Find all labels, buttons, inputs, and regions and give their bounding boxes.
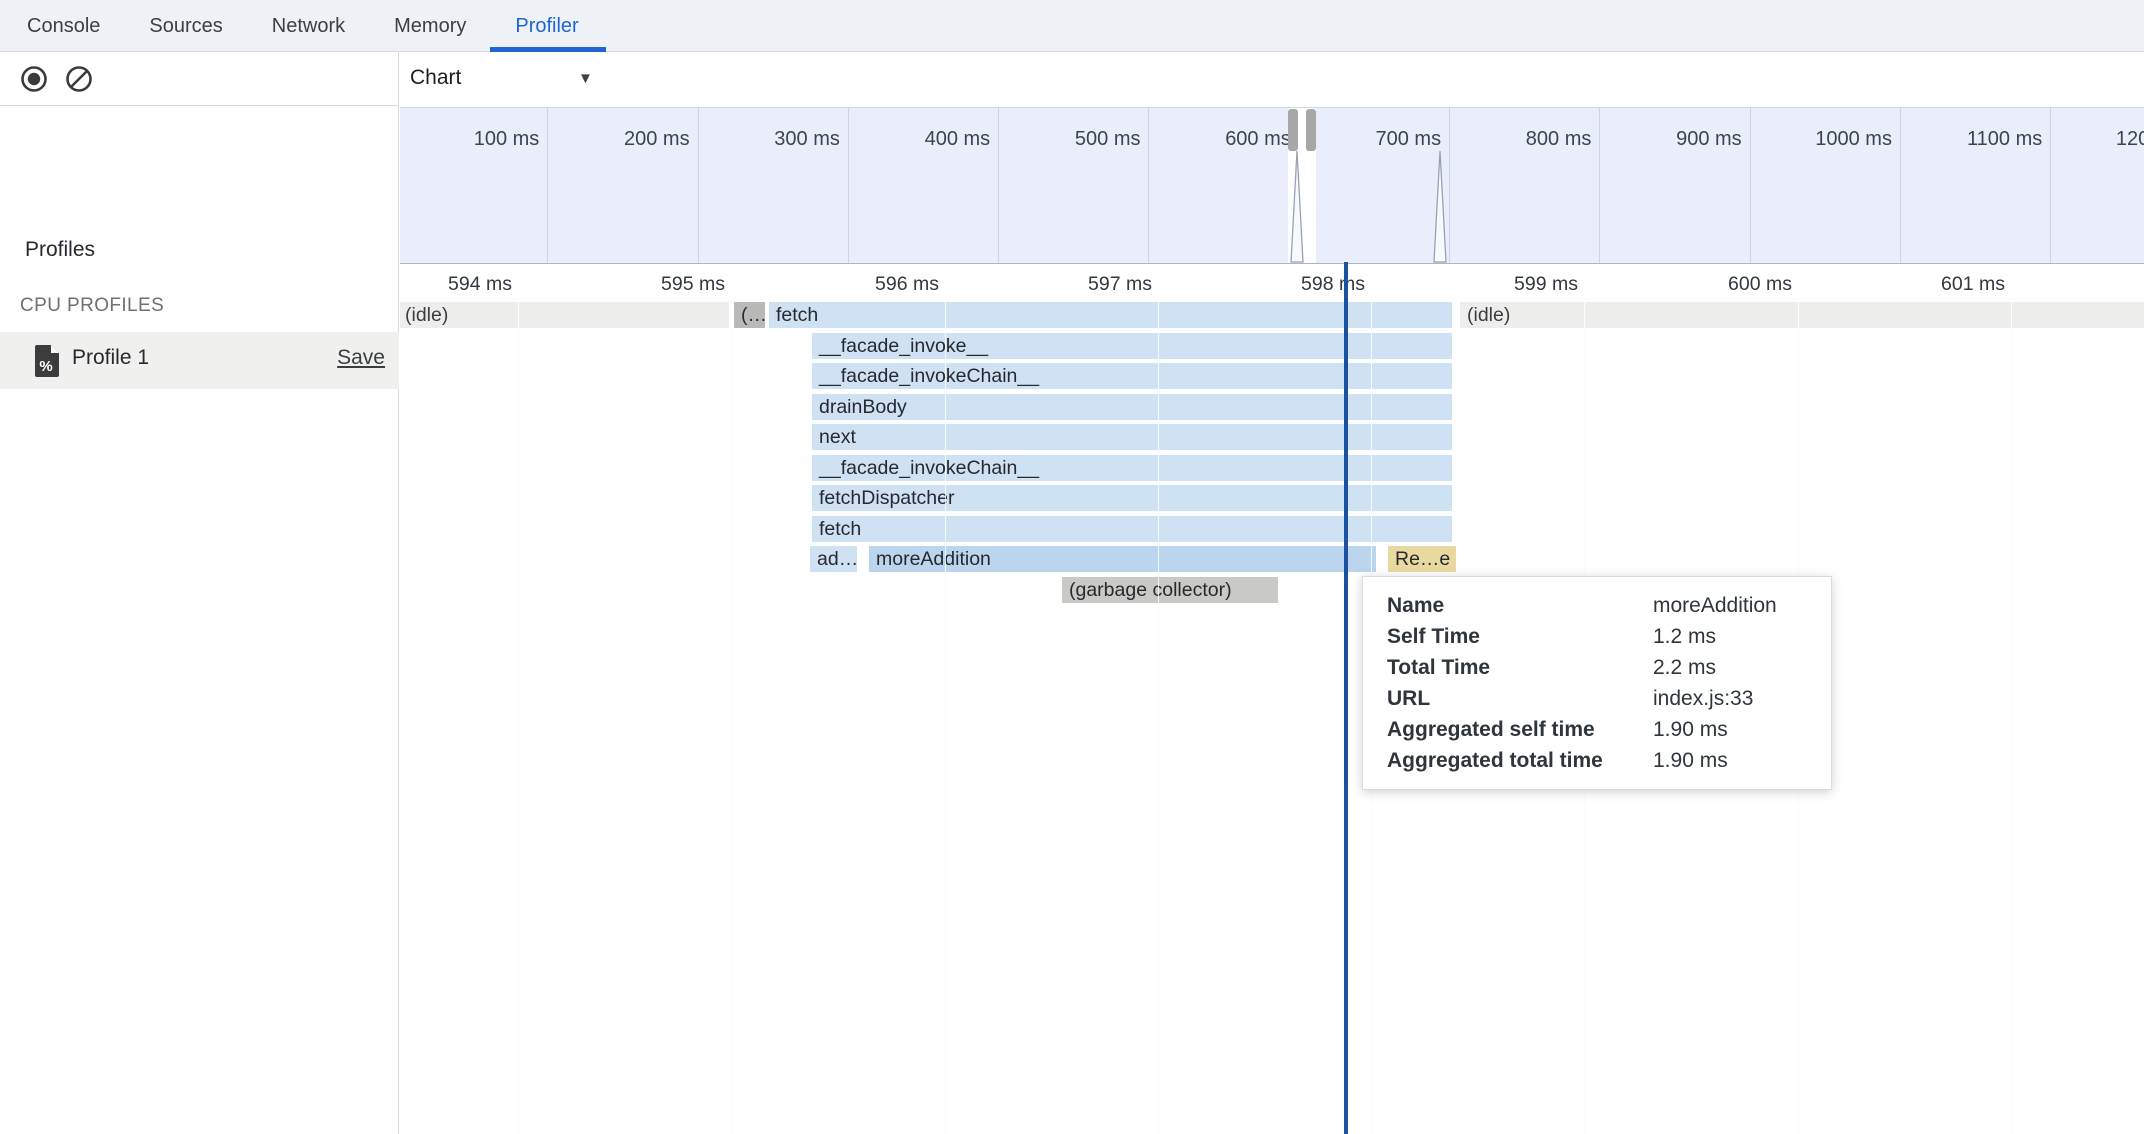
- view-mode-select[interactable]: Chart ▼: [410, 64, 610, 96]
- flame-bar-truncated-frame[interactable]: Re…e: [1388, 546, 1456, 572]
- svg-text:%: %: [39, 358, 52, 375]
- time-tick: 601 ms: [1855, 273, 2005, 296]
- tooltip-row: Self Time1.2 ms: [1387, 621, 1807, 652]
- clear-icon[interactable]: [65, 65, 93, 93]
- tooltip-value: 2.2 ms: [1653, 652, 1807, 683]
- detail-time-ruler: 594 ms595 ms596 ms597 ms598 ms599 ms600 …: [400, 264, 2144, 302]
- tooltip-value: 1.90 ms: [1653, 714, 1807, 745]
- tooltip-label: Total Time: [1387, 652, 1653, 683]
- playhead-line: [1344, 262, 1348, 1134]
- timeline-overview[interactable]: 100 ms200 ms300 ms400 ms500 ms600 ms700 …: [400, 107, 2144, 265]
- tooltip-row: Total Time2.2 ms: [1387, 652, 1807, 683]
- record-icon[interactable]: [20, 65, 48, 93]
- view-mode-value: Chart: [410, 66, 461, 90]
- profiles-sidebar: Profiles CPU PROFILES % Profile 1 Save: [0, 106, 399, 1134]
- tooltip-value: moreAddition: [1653, 590, 1807, 621]
- flame-bar-next[interactable]: next: [812, 424, 1452, 450]
- flame-bar-facade-invoke[interactable]: __facade_invoke__: [812, 333, 1452, 359]
- tooltip-label: Aggregated self time: [1387, 714, 1653, 745]
- flame-bar-fetch[interactable]: fetch: [769, 302, 1452, 328]
- devtools-tabbar: Console Sources Network Memory Profiler: [0, 0, 2144, 52]
- profiles-title: Profiles: [25, 238, 95, 262]
- time-tick: 600 ms: [1642, 273, 1792, 296]
- profile-list-item[interactable]: % Profile 1 Save: [0, 332, 399, 389]
- profiler-main-pane: Chart ▼ 100 ms200 ms300 ms400 ms500 ms60…: [400, 52, 2144, 1134]
- selection-handle-right[interactable]: [1306, 109, 1316, 151]
- time-tick: 596 ms: [789, 273, 939, 296]
- flame-bar-idle[interactable]: (idle): [400, 302, 729, 328]
- tab-profiler[interactable]: Profiler: [503, 0, 590, 52]
- flame-bar-drain-body[interactable]: drainBody: [812, 394, 1452, 420]
- flame-bar-add-numbers-truncated[interactable]: ad…s: [810, 546, 857, 572]
- grid-line: [731, 302, 732, 1134]
- tooltip-row: URLindex.js:33: [1387, 683, 1807, 714]
- cpu-activity-spikes: [400, 108, 2144, 263]
- grid-line: [945, 302, 946, 1134]
- flame-bar-facade-invoke-chain[interactable]: __facade_invokeChain__: [812, 363, 1452, 389]
- flame-bar-facade-invoke-chain[interactable]: __facade_invokeChain__: [812, 455, 1452, 481]
- time-tick: 599 ms: [1428, 273, 1578, 296]
- tooltip-row: Aggregated self time1.90 ms: [1387, 714, 1807, 745]
- tooltip-label: Self Time: [1387, 621, 1653, 652]
- tooltip-label: URL: [1387, 683, 1653, 714]
- time-tick: 594 ms: [362, 273, 512, 296]
- chevron-down-icon: ▼: [578, 70, 593, 87]
- tooltip-value: index.js:33: [1653, 683, 1807, 714]
- cpu-profiles-section-header: CPU PROFILES: [20, 295, 164, 317]
- tooltip-label: Aggregated total time: [1387, 745, 1653, 776]
- tooltip-value: 1.2 ms: [1653, 621, 1807, 652]
- save-profile-link[interactable]: Save: [337, 346, 385, 370]
- selection-handle-left[interactable]: [1288, 109, 1298, 151]
- tooltip-value: 1.90 ms: [1653, 745, 1807, 776]
- tooltip-label: Name: [1387, 590, 1653, 621]
- profiler-toolbar: [0, 52, 399, 106]
- flame-chart: (idle)(…fetch(idle)__facade_invoke____fa…: [400, 302, 2144, 1134]
- grid-line: [518, 302, 519, 1134]
- tab-console[interactable]: Console: [15, 0, 112, 52]
- profile-document-icon: %: [33, 344, 61, 378]
- time-tick: 598 ms: [1215, 273, 1365, 296]
- flame-bar-truncated-frame[interactable]: (…: [734, 302, 765, 328]
- flame-bar-fetch[interactable]: fetch: [812, 516, 1452, 542]
- devtools-profiler-panel: Console Sources Network Memory Profiler Prof…: [0, 0, 2144, 1134]
- tooltip-row: NamemoreAddition: [1387, 590, 1807, 621]
- time-tick: 595 ms: [575, 273, 725, 296]
- time-tick: 597 ms: [1002, 273, 1152, 296]
- grid-line: [2011, 302, 2012, 1134]
- flame-bar-idle[interactable]: (idle): [1460, 302, 2144, 328]
- tooltip-row: Aggregated total time1.90 ms: [1387, 745, 1807, 776]
- profile-name: Profile 1: [72, 346, 149, 370]
- grid-line: [1158, 302, 1159, 1134]
- frame-tooltip: NamemoreAdditionSelf Time1.2 msTotal Tim…: [1362, 576, 1832, 790]
- flame-bar-garbage-collector[interactable]: (garbage collector): [1062, 577, 1278, 603]
- chart-toolbar: Chart ▼: [400, 52, 2144, 107]
- flame-bar-fetch-dispatcher[interactable]: fetchDispatcher: [812, 485, 1452, 511]
- tab-network[interactable]: Network: [260, 0, 357, 52]
- tab-memory[interactable]: Memory: [382, 0, 478, 52]
- tab-sources[interactable]: Sources: [137, 0, 234, 52]
